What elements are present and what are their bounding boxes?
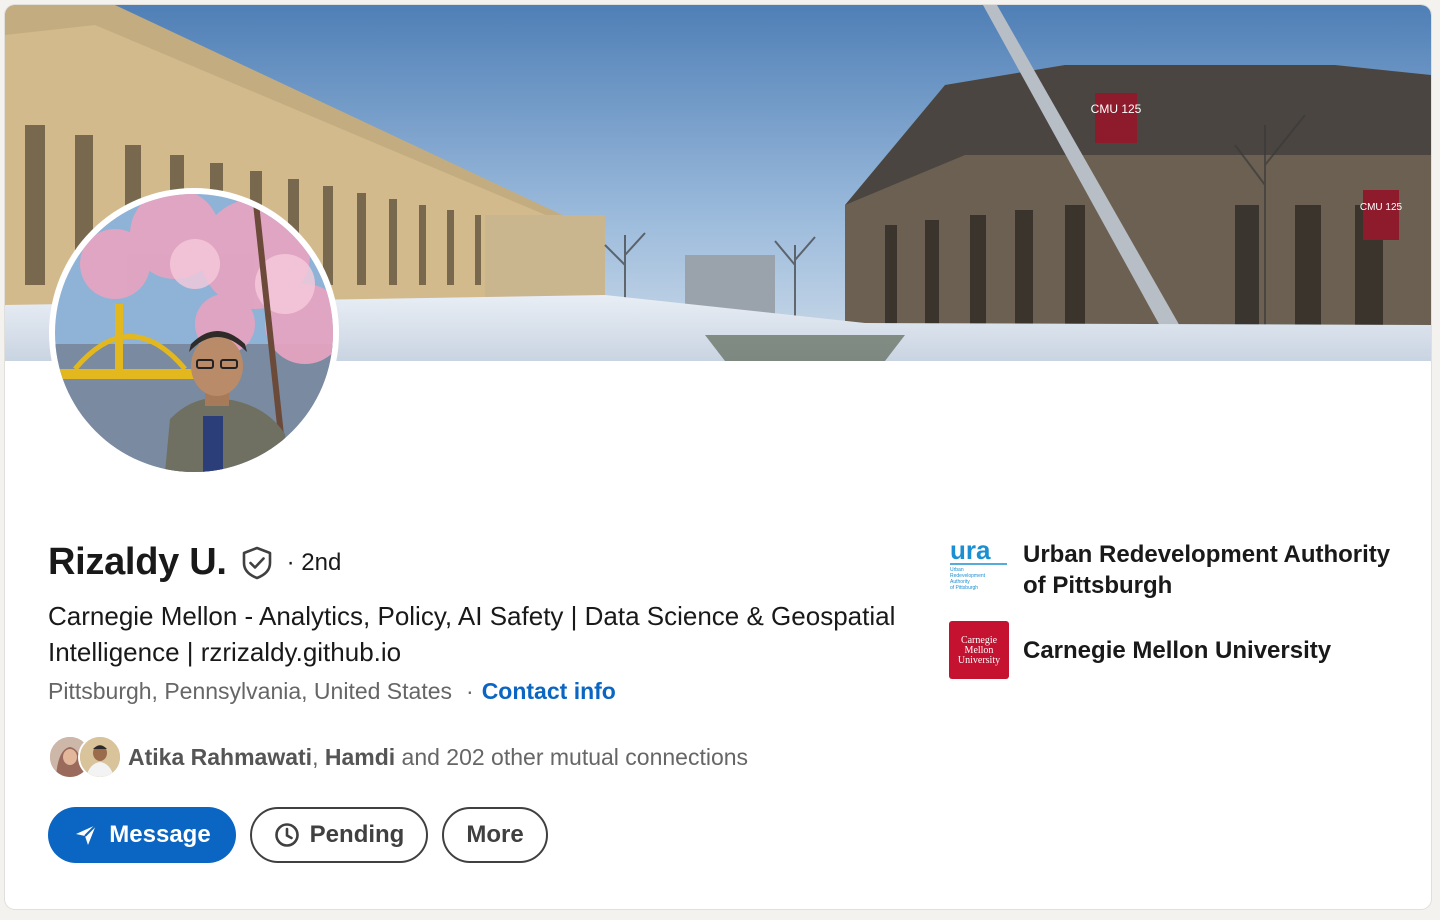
connection-degree: · 2nd (286, 548, 342, 576)
verified-shield-icon[interactable] (239, 545, 275, 581)
org-name-cmu: Carnegie Mellon University (1023, 636, 1332, 664)
location-row: Pittsburgh, Pennsylvania, United States … (48, 678, 616, 705)
svg-text:CMU 125: CMU 125 (1091, 102, 1142, 116)
send-icon (73, 822, 99, 848)
mutual-avatar-2 (78, 735, 122, 779)
mutual-separator: , (312, 743, 325, 770)
name-row: Rizaldy U. · 2nd (48, 541, 341, 584)
pending-label: Pending (309, 821, 405, 848)
contact-info-link[interactable]: Contact info (482, 678, 616, 705)
message-button[interactable]: Message (48, 807, 236, 863)
clock-icon (274, 822, 300, 848)
profile-card: CMU 125 CMU 125 Rizaldy U. · 2nd Carnegi… (5, 5, 1431, 909)
mutual-name-1[interactable]: Atika Rahmawati (128, 744, 312, 770)
org-name-ura: Urban Redevelopment Authority of Pittsbu… (1023, 541, 1391, 599)
message-label: Message (109, 821, 211, 848)
mutual-text: Atika Rahmawati, Hamdi and 202 other mut… (128, 744, 748, 771)
svg-text:University: University (958, 655, 1000, 666)
mutual-connections[interactable]: Atika Rahmawati, Hamdi and 202 other mut… (48, 735, 748, 779)
profile-photo[interactable] (49, 188, 339, 478)
svg-text:CMU 125: CMU 125 (1360, 202, 1403, 213)
more-label: More (466, 821, 524, 848)
profile-name: Rizaldy U. (48, 541, 227, 583)
mutual-rest: and 202 other mutual connections (395, 743, 749, 770)
profile-avatar (55, 194, 333, 472)
location-separator: · (466, 678, 474, 704)
profile-organizations: ura Urban Redevelopment Authority of Pit… (949, 535, 1409, 699)
more-button[interactable]: More (442, 807, 548, 863)
org-item-cmu[interactable]: Carnegie Mellon University Carnegie Mell… (949, 621, 1409, 679)
profile-location: Pittsburgh, Pennsylvania, United States (48, 678, 453, 704)
org-item-ura[interactable]: ura Urban Redevelopment Authority of Pit… (949, 535, 1409, 601)
ura-logo-icon: ura Urban Redevelopment Authority of Pit… (949, 535, 1009, 593)
mutual-avatars (48, 735, 128, 779)
profile-headline: Carnegie Mellon - Analytics, Policy, AI … (48, 601, 896, 667)
svg-text:of Pittsburgh: of Pittsburgh (950, 585, 978, 591)
profile-actions: Message Pending More (48, 807, 548, 863)
pending-button[interactable]: Pending (250, 807, 428, 863)
cmu-logo-icon: Carnegie Mellon University (949, 621, 1009, 679)
mutual-name-2[interactable]: Hamdi (325, 744, 395, 770)
svg-text:ura: ura (950, 535, 991, 565)
